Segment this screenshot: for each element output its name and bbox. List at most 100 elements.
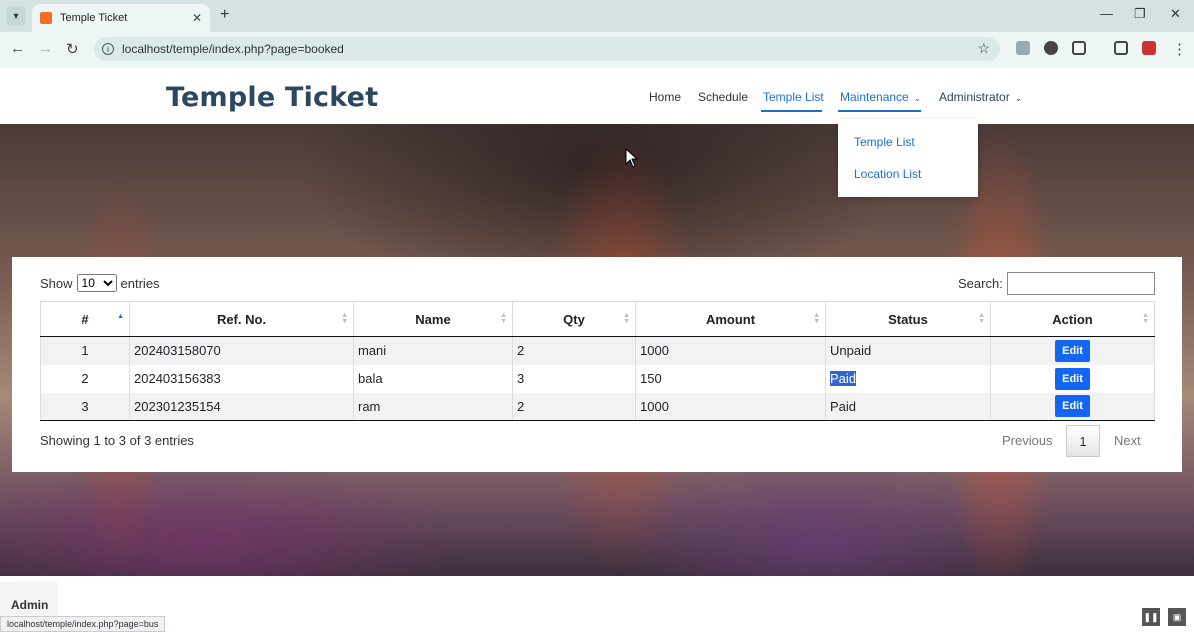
edit-button[interactable]: Edit — [1055, 367, 1090, 390]
site-header: Temple Ticket Home Schedule Temple List … — [0, 68, 1194, 124]
nav-temple-list[interactable]: Temple List — [763, 90, 824, 104]
nav-open-underline — [838, 110, 921, 112]
mouse-cursor-icon — [625, 147, 639, 173]
sort-icon: ▲ ▼ — [978, 312, 985, 325]
cell-amount: 1000 — [635, 392, 826, 421]
dropdown-item-temple-list[interactable]: Temple List — [854, 135, 915, 149]
cell-qty: 2 — [512, 392, 636, 421]
page-1-button[interactable]: 1 — [1066, 425, 1100, 457]
cell-ref: 202301235154 — [129, 392, 354, 421]
column-header-amount[interactable]: Amount ▲ ▼ — [635, 301, 826, 337]
minimize-icon[interactable]: — — [1100, 6, 1113, 21]
show-label: Show — [40, 275, 73, 291]
sort-icon: ▲ ▼ — [341, 312, 348, 325]
column-header-action[interactable]: Action ▲ ▼ — [990, 301, 1155, 337]
nav-maintenance-label: Maintenance — [840, 90, 909, 104]
address-bar[interactable]: i localhost/temple/index.php?page=booked… — [94, 37, 1000, 61]
header-label: Amount — [705, 311, 756, 327]
favicon-icon — [40, 12, 52, 24]
table-row: 1 202403158070 mani 2 1000 Unpaid Edit — [40, 336, 1155, 365]
header-label: Qty — [563, 311, 585, 327]
cell-num: 3 — [40, 392, 130, 421]
entries-label: entries — [120, 275, 160, 291]
header-label: Ref. No. — [216, 311, 267, 327]
cell-num: 2 — [40, 364, 130, 393]
search-input[interactable] — [1007, 272, 1155, 295]
url-text: localhost/temple/index.php?page=booked — [122, 42, 344, 56]
cell-status: Paid — [825, 392, 991, 421]
column-header-name[interactable]: Name ▲ ▼ — [353, 301, 513, 337]
header-label: Action — [1052, 311, 1093, 327]
column-header-status[interactable]: Status ▲ ▼ — [825, 301, 991, 337]
cell-amount: 150 — [635, 364, 826, 393]
reload-icon[interactable]: ↻ — [66, 40, 79, 58]
column-header-qty[interactable]: Qty ▲ ▼ — [512, 301, 636, 337]
maintenance-dropdown: Temple List Location List — [838, 119, 978, 197]
selected-status-text: Paid — [830, 370, 857, 386]
cell-qty: 2 — [512, 336, 636, 365]
pause-icon[interactable]: ❚❚ — [1142, 608, 1160, 626]
column-header-ref[interactable]: Ref. No. ▲ ▼ — [129, 301, 354, 337]
next-button[interactable]: Next — [1114, 433, 1141, 448]
previous-button[interactable]: Previous — [1002, 433, 1053, 448]
dropdown-item-location-list[interactable]: Location List — [854, 167, 921, 181]
cell-amount: 1000 — [635, 336, 826, 365]
sort-icon: ▲ ▼ — [500, 312, 507, 325]
nav-administrator[interactable]: Administrator ⌄ — [939, 90, 1022, 104]
maximize-icon[interactable]: ❐ — [1134, 6, 1146, 22]
profile-icon[interactable] — [1142, 41, 1156, 55]
header-label: # — [81, 311, 89, 327]
cell-ref: 202403156383 — [129, 364, 354, 393]
nav-home[interactable]: Home — [649, 90, 681, 104]
browser-tabstrip: ▾ Temple Ticket ✕ + — ❐ ✕ — [0, 0, 1194, 32]
cell-status: Paid — [825, 364, 991, 393]
column-header-num[interactable]: # ▲ — [40, 301, 130, 337]
picture-in-picture-icon[interactable]: ▣ — [1168, 608, 1186, 626]
bookmark-star-icon[interactable]: ☆ — [977, 40, 990, 57]
site-info-icon[interactable]: i — [102, 43, 114, 55]
side-panel-icon[interactable] — [1114, 41, 1128, 55]
bookings-card: Show 10 entries Search: # ▲ Ref. No. ▲ ▼ Na… — [12, 257, 1182, 472]
sort-icon: ▲ ▼ — [813, 312, 820, 325]
edit-button[interactable]: Edit — [1055, 395, 1090, 418]
tab-title: Temple Ticket — [60, 12, 128, 24]
panda-extension-icon[interactable] — [1044, 41, 1058, 55]
header-label: Name — [415, 311, 451, 327]
extension-icon[interactable] — [1016, 41, 1030, 55]
table-info: Showing 1 to 3 of 3 entries — [40, 433, 194, 448]
chevron-down-icon: ⌄ — [913, 93, 922, 103]
sort-icon: ▲ ▼ — [623, 312, 630, 325]
search-label: Search: — [958, 276, 1003, 291]
forward-icon[interactable]: → — [38, 40, 53, 57]
status-bar-url: localhost/temple/index.php?page=bus — [0, 616, 166, 632]
header-label: Status — [888, 311, 928, 327]
edit-button[interactable]: Edit — [1055, 339, 1090, 362]
extensions-puzzle-icon[interactable] — [1072, 41, 1086, 55]
sort-icon: ▲ ▼ — [1142, 312, 1149, 325]
cell-qty: 3 — [512, 364, 636, 393]
entries-per-page-select[interactable]: 10 — [76, 274, 117, 292]
table-header-row: # ▲ Ref. No. ▲ ▼ Name ▲ ▼ Qty ▲ ▼ Amount ▲ ▼ Stat… — [40, 301, 1155, 337]
back-icon[interactable]: ← — [10, 40, 25, 57]
cell-name: ram — [353, 392, 513, 421]
tab-search-icon[interactable]: ▾ — [6, 6, 26, 26]
nav-administrator-label: Administrator — [939, 90, 1010, 104]
new-tab-icon[interactable]: + — [220, 6, 229, 24]
cell-action: Edit — [990, 364, 1155, 393]
site-brand[interactable]: Temple Ticket — [166, 82, 378, 113]
table-row: 2 202403156383 bala 3 150 Paid Edit — [40, 364, 1155, 393]
close-tab-icon[interactable]: ✕ — [192, 11, 202, 25]
cell-name: bala — [353, 364, 513, 393]
cell-action: Edit — [990, 336, 1155, 365]
cell-ref: 202403158070 — [129, 336, 354, 365]
cell-action: Edit — [990, 392, 1155, 421]
nav-schedule[interactable]: Schedule — [698, 90, 748, 104]
chevron-down-icon: ⌄ — [1014, 93, 1023, 103]
browser-tab[interactable]: Temple Ticket ✕ — [32, 4, 210, 32]
nav-active-underline — [761, 110, 822, 112]
window-close-icon[interactable]: ✕ — [1170, 6, 1181, 22]
nav-maintenance[interactable]: Maintenance ⌄ — [840, 90, 921, 104]
menu-kebab-icon[interactable]: ⋮ — [1172, 40, 1187, 58]
bookings-table: # ▲ Ref. No. ▲ ▼ Name ▲ ▼ Qty ▲ ▼ Amount ▲ ▼ Stat… — [40, 301, 1155, 421]
cell-name: mani — [353, 336, 513, 365]
